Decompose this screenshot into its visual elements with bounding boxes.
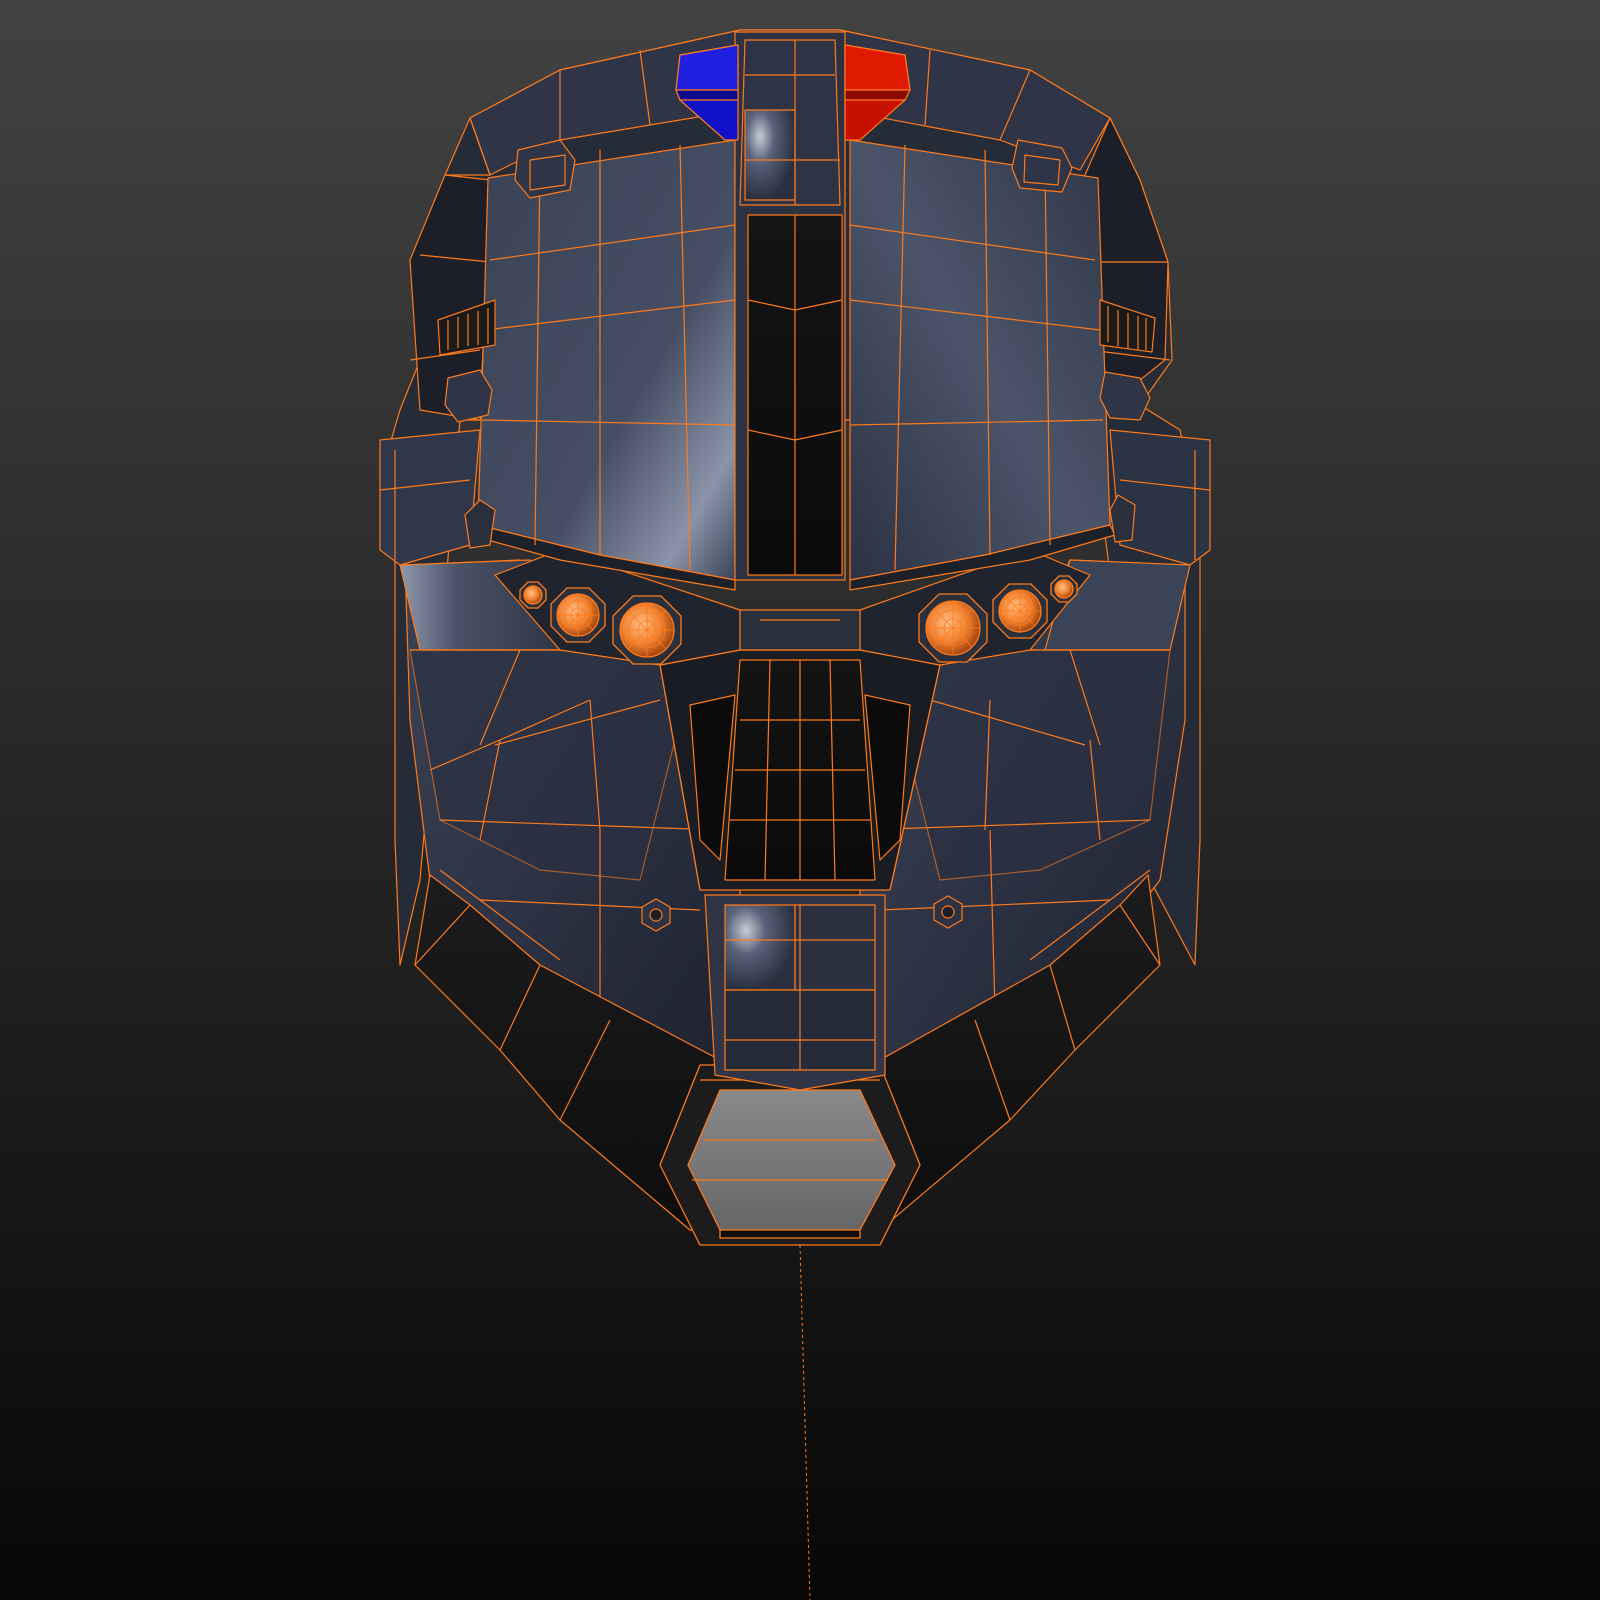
- lens-left-small: [519, 581, 547, 609]
- lens-right-small: [1050, 575, 1078, 603]
- nose-vent: [659, 649, 941, 891]
- chin-panel: [704, 894, 886, 1091]
- lens-left-mid: [550, 587, 606, 643]
- lens-left-large: [612, 595, 682, 665]
- 3d-viewport[interactable]: [0, 0, 1600, 1600]
- central-ridge: [734, 31, 846, 581]
- ear-block-right: [1109, 429, 1211, 566]
- visor-right: [849, 139, 1116, 591]
- side-clip-left: [444, 369, 493, 423]
- ear-block-left: [379, 429, 481, 566]
- pivot-guide-line: [799, 1244, 811, 1600]
- visor-left: [469, 139, 736, 591]
- lens-right-mid: [992, 583, 1048, 639]
- top-clip-left: [514, 139, 576, 199]
- lens-right-large: [918, 593, 988, 663]
- mouth-plate: [659, 1064, 921, 1246]
- helmet-render: [379, 29, 1211, 1600]
